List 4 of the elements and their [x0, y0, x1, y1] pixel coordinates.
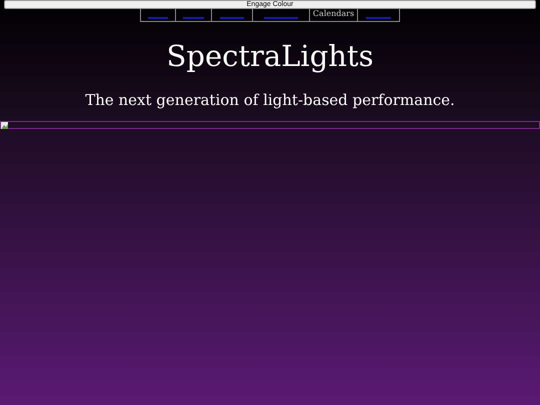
site-title: SpectraLights — [166, 38, 374, 74]
broken-image-icon — [1, 122, 9, 130]
tagline: The next generation of light-based performance. — [85, 90, 455, 110]
nav-text: Calendars — [312, 9, 354, 19]
